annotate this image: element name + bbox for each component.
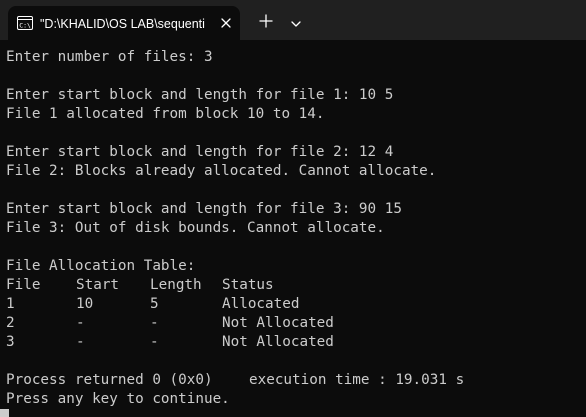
process-status-line: Process returned 0 (0x0) execution time …: [6, 371, 566, 390]
plus-icon[interactable]: [259, 14, 273, 28]
table-cell-start: -: [76, 315, 85, 331]
terminal-window: C:\ "D:\KHALID\OS LAB\sequenti Enter num…: [0, 0, 586, 417]
table-cell-status: Not Allocated: [222, 334, 334, 350]
table-cell-status: Not Allocated: [222, 315, 334, 331]
table-header-row: File Start Length Status: [6, 276, 506, 295]
table-cell-start: 10: [76, 296, 94, 312]
table-header-length: Length: [150, 277, 202, 293]
close-icon[interactable]: [218, 15, 234, 31]
file3-prompt: Enter start block and length for file 3:…: [6, 201, 402, 217]
continue-prompt: Press any key to continue.: [6, 391, 230, 407]
console-icon: C:\: [17, 16, 33, 35]
file1-result: File 1 allocated from block 10 to 14.: [6, 106, 325, 122]
table-cell-file: 2: [6, 315, 15, 331]
table-title: File Allocation Table:: [6, 258, 196, 274]
chevron-down-icon[interactable]: [290, 16, 302, 27]
table-cell-length: 5: [150, 296, 159, 312]
table-cell-length: -: [150, 315, 159, 331]
file2-prompt: Enter start block and length for file 2:…: [6, 144, 394, 160]
table-cell-length: -: [150, 334, 159, 350]
tab-strip: C:\ "D:\KHALID\OS LAB\sequenti: [0, 0, 586, 40]
table-row: 2 - - Not Allocated: [6, 314, 506, 333]
console-output[interactable]: Enter number of files: 3 Enter start blo…: [0, 40, 586, 417]
table-header-start: Start: [76, 277, 120, 293]
text-cursor: [0, 409, 9, 417]
file1-prompt: Enter start block and length for file 1:…: [6, 87, 394, 103]
file2-result: File 2: Blocks already allocated. Cannot…: [6, 163, 437, 179]
tab-title: "D:\KHALID\OS LAB\sequenti: [40, 17, 205, 31]
tab-active[interactable]: C:\ "D:\KHALID\OS LAB\sequenti: [8, 6, 240, 40]
table-cell-status: Allocated: [222, 296, 300, 312]
table-cell-file: 1: [6, 296, 15, 312]
table-cell-start: -: [76, 334, 85, 350]
process-returned: Process returned 0 (0x0): [6, 372, 213, 388]
svg-text:C:\: C:\: [19, 21, 31, 29]
table-row: 1 10 5 Allocated: [6, 295, 506, 314]
prompt-number-of-files: Enter number of files: 3: [6, 49, 213, 65]
file3-result: File 3: Out of disk bounds. Cannot alloc…: [6, 220, 385, 236]
execution-time: execution time : 19.031 s: [249, 372, 465, 388]
table-header-file: File: [6, 277, 41, 293]
table-cell-file: 3: [6, 334, 15, 350]
table-header-status: Status: [222, 277, 274, 293]
table-row: 3 - - Not Allocated: [6, 333, 506, 352]
